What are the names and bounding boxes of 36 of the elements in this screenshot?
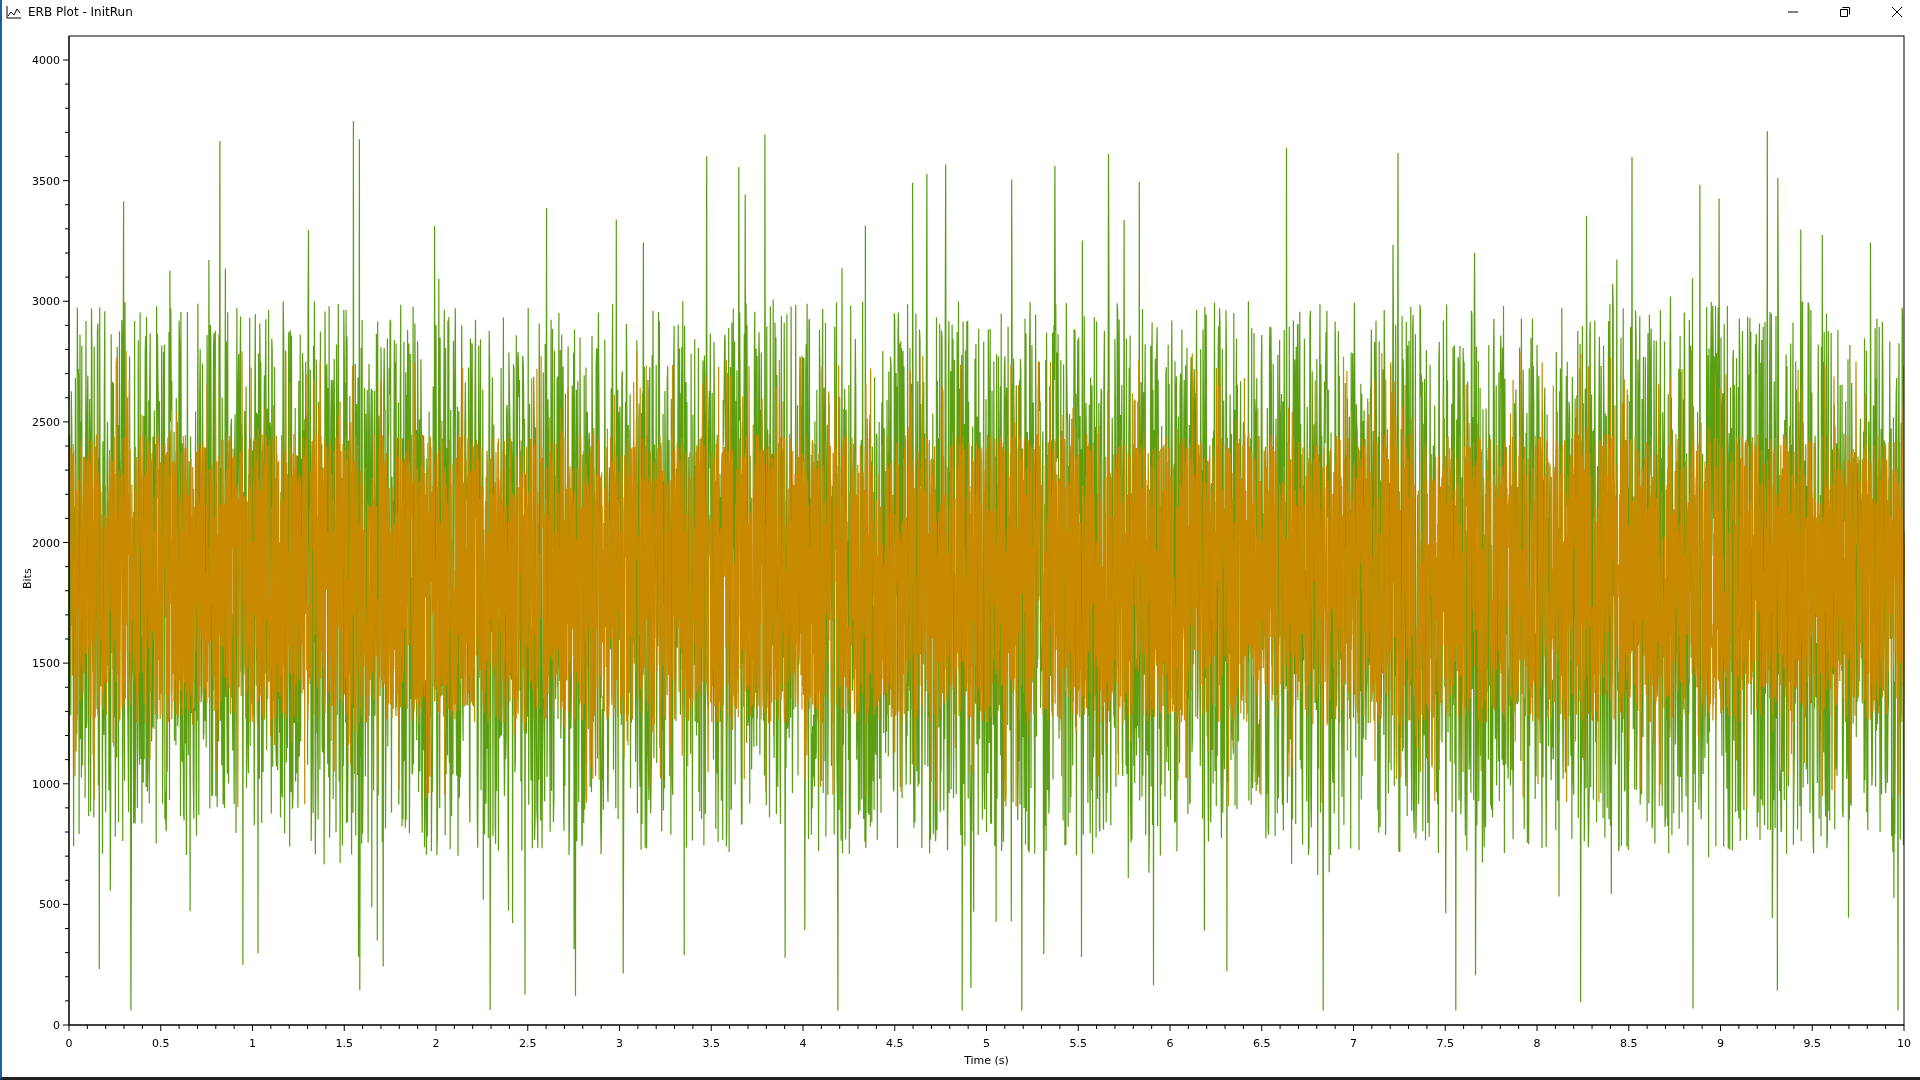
tick-label: 6 (1166, 1037, 1174, 1050)
tick-label: 0 (65, 1037, 73, 1050)
tick-label: 8.5 (1620, 1037, 1638, 1050)
tick-label: 7.5 (1436, 1037, 1454, 1050)
tick-label: 8 (1533, 1037, 1541, 1050)
tick-label: 4 (799, 1037, 807, 1050)
tick-label: 0.5 (152, 1037, 170, 1050)
axis-label: Bits (21, 568, 34, 589)
tick-label: 1.5 (335, 1037, 353, 1050)
chart-icon (6, 5, 22, 19)
window-title: ERB Plot - InitRun (28, 5, 133, 19)
tick-label: 2500 (32, 415, 60, 429)
restore-icon (1840, 7, 1850, 17)
tick-label: 4000 (32, 54, 60, 67)
tick-label: 500 (39, 898, 60, 912)
tick-label: 6.5 (1253, 1037, 1271, 1050)
tick-label: 2000 (32, 536, 60, 550)
tick-label: 2.5 (519, 1037, 537, 1050)
tick-label: 1500 (32, 657, 60, 671)
tick-label: 2 (432, 1037, 440, 1050)
tick-label: 9.5 (1803, 1037, 1821, 1050)
tick-label: 1 (249, 1037, 256, 1050)
axis-label: Time (s) (964, 1054, 1009, 1067)
tick-label: 9 (1717, 1037, 1724, 1050)
tick-label: 3 (616, 1037, 623, 1050)
tick-label: 3500 (32, 174, 60, 188)
tick-label: 1000 (32, 777, 60, 791)
close-icon (1892, 7, 1902, 17)
tick-label: 3.5 (702, 1037, 720, 1050)
tick-label: 4.5 (886, 1037, 904, 1050)
tick-label: 7 (1350, 1037, 1357, 1050)
tick-label: 3000 (32, 295, 60, 309)
tick-label: 10 (1897, 1037, 1911, 1050)
tick-label: 5 (983, 1037, 990, 1050)
tick-label: 5.5 (1069, 1037, 1087, 1050)
tick-label: 0 (53, 1019, 60, 1032)
